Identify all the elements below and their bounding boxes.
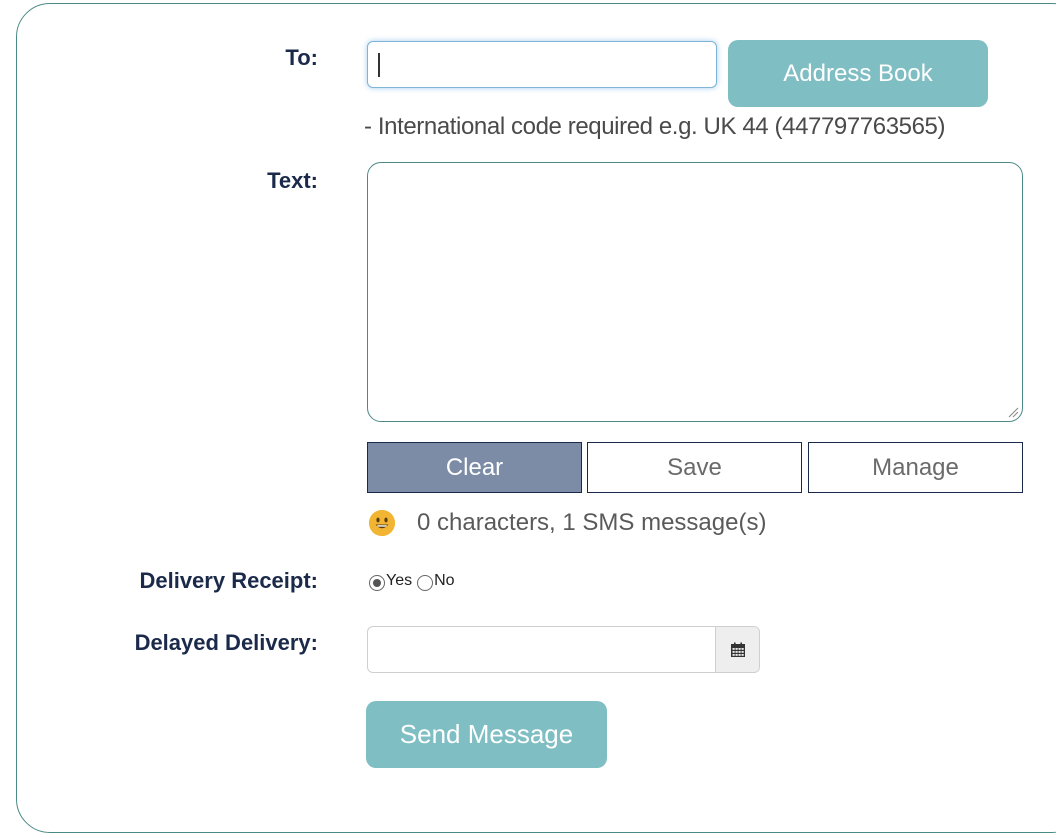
delivery-receipt-no-label[interactable]: No <box>434 572 454 590</box>
address-book-button[interactable]: Address Book <box>728 40 988 107</box>
calendar-icon <box>730 642 745 657</box>
delivery-receipt-label: Delivery Receipt: <box>139 568 318 593</box>
international-code-hint: - International code required e.g. UK 44… <box>364 113 946 140</box>
manage-button[interactable]: Manage <box>808 442 1023 493</box>
text-label: Text: <box>267 168 318 193</box>
delivery-receipt-yes-label[interactable]: Yes <box>386 572 412 590</box>
clear-button[interactable]: Clear <box>367 442 582 493</box>
delayed-delivery-input[interactable] <box>368 627 715 672</box>
text-caret <box>378 53 380 77</box>
message-textarea[interactable] <box>367 162 1023 422</box>
calendar-button[interactable] <box>715 627 759 672</box>
send-message-button[interactable]: Send Message <box>366 701 607 768</box>
smiley-face-icon <box>369 510 395 536</box>
resize-handle-icon[interactable] <box>1007 406 1019 418</box>
delivery-receipt-no-radio[interactable] <box>417 575 434 591</box>
to-label: To: <box>285 45 318 70</box>
character-count-text: 0 characters, 1 SMS message(s) <box>417 509 767 536</box>
character-counter: 0 characters, 1 SMS message(s) <box>369 508 766 538</box>
to-input[interactable] <box>367 41 717 88</box>
delayed-delivery-picker <box>367 626 760 673</box>
save-button[interactable]: Save <box>587 442 802 493</box>
delivery-receipt-yes-radio[interactable] <box>369 575 385 591</box>
delayed-delivery-label: Delayed Delivery: <box>134 630 318 655</box>
delivery-receipt-options: Yes No <box>369 571 455 591</box>
